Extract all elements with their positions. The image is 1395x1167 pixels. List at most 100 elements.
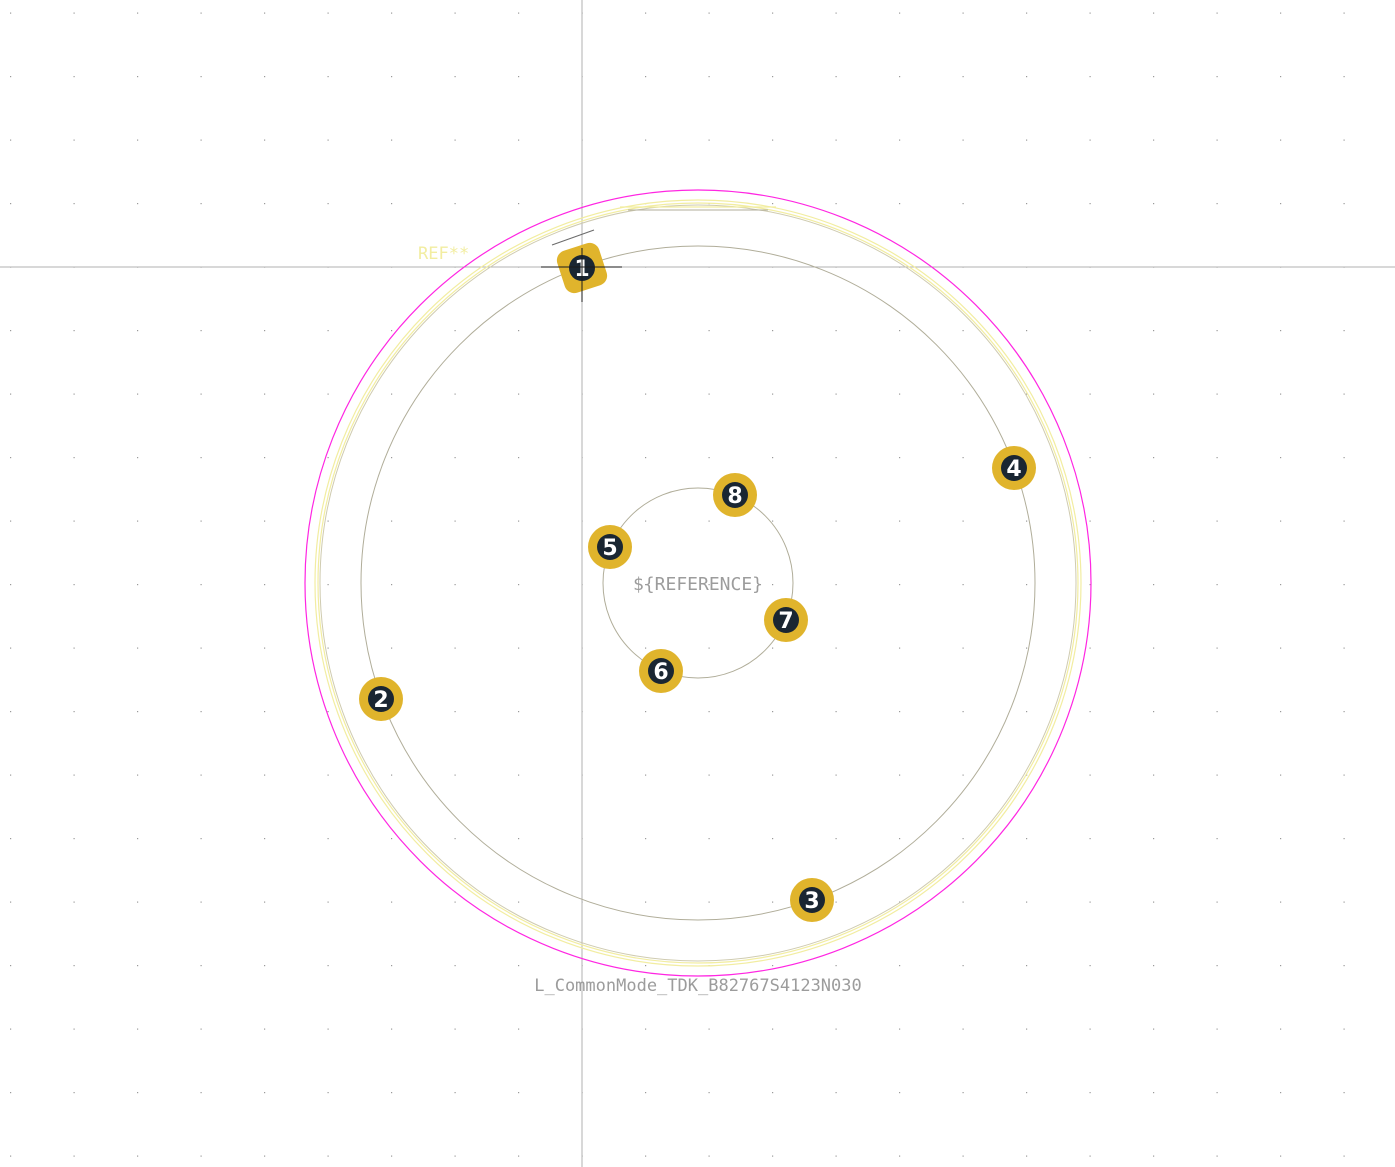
grid-dot bbox=[137, 330, 139, 332]
grid-dot bbox=[772, 1028, 774, 1030]
grid-dot bbox=[962, 330, 964, 332]
grid-dot bbox=[454, 393, 456, 395]
grid-dot bbox=[1026, 330, 1028, 332]
grid-dot bbox=[1216, 1028, 1218, 1030]
grid-dot bbox=[1280, 838, 1282, 840]
grid-dot bbox=[10, 520, 12, 522]
reference-placeholder[interactable]: ${REFERENCE} bbox=[633, 574, 763, 595]
grid-dot bbox=[835, 393, 837, 395]
grid-dot bbox=[454, 330, 456, 332]
value-label[interactable]: L_CommonMode_TDK_B82767S4123N030 bbox=[534, 976, 862, 996]
grid-dot bbox=[10, 774, 12, 776]
grid-dot bbox=[708, 838, 710, 840]
grid-dot bbox=[200, 965, 202, 967]
grid-dot bbox=[899, 1092, 901, 1094]
grid-dot bbox=[264, 393, 266, 395]
ref-label[interactable]: REF** bbox=[418, 244, 469, 264]
grid-dot bbox=[708, 520, 710, 522]
grid-dot bbox=[73, 774, 75, 776]
grid-dot bbox=[1026, 139, 1028, 141]
grid-dot bbox=[645, 76, 647, 78]
grid-dot bbox=[137, 774, 139, 776]
grid-dot bbox=[1089, 457, 1091, 459]
grid-dot bbox=[1343, 965, 1345, 967]
grid-dot bbox=[1343, 1092, 1345, 1094]
grid-dot bbox=[327, 711, 329, 713]
grid-dot bbox=[1280, 76, 1282, 78]
grid-dot bbox=[391, 393, 393, 395]
grid-dot bbox=[327, 520, 329, 522]
grid-dot bbox=[200, 1155, 202, 1157]
grid-dot bbox=[708, 647, 710, 649]
grid-dot bbox=[1216, 520, 1218, 522]
grid-dot bbox=[454, 711, 456, 713]
grid-dot bbox=[1280, 1028, 1282, 1030]
grid-dot bbox=[1216, 901, 1218, 903]
grid-dot bbox=[264, 76, 266, 78]
grid-dot bbox=[962, 457, 964, 459]
pad-2[interactable]: 2 bbox=[359, 677, 403, 721]
grid-dot bbox=[327, 1155, 329, 1157]
grid-dot bbox=[327, 330, 329, 332]
grid-dot bbox=[835, 965, 837, 967]
pad-5[interactable]: 5 bbox=[588, 525, 632, 569]
grid-dot bbox=[645, 457, 647, 459]
grid-dot bbox=[1343, 901, 1345, 903]
grid-dot bbox=[10, 965, 12, 967]
pcb-footprint-canvas[interactable]: REF** ${REFERENCE} L_CommonMode_TDK_B827… bbox=[0, 0, 1395, 1167]
grid-dot bbox=[518, 647, 520, 649]
grid-dot bbox=[200, 774, 202, 776]
grid-dot bbox=[962, 901, 964, 903]
grid-dot bbox=[200, 330, 202, 332]
grid-dot bbox=[1216, 965, 1218, 967]
grid-dot bbox=[73, 647, 75, 649]
grid-dot bbox=[454, 838, 456, 840]
grid-dot bbox=[264, 965, 266, 967]
grid-dot bbox=[391, 647, 393, 649]
grid-dot bbox=[1153, 774, 1155, 776]
grid-dot bbox=[1280, 203, 1282, 205]
grid-dot bbox=[772, 647, 774, 649]
grid-dot bbox=[454, 584, 456, 586]
grid-dot bbox=[1343, 520, 1345, 522]
grid-dot bbox=[1153, 965, 1155, 967]
pad-8[interactable]: 8 bbox=[713, 473, 757, 517]
grid-dot bbox=[1216, 711, 1218, 713]
grid-dot bbox=[835, 838, 837, 840]
grid-dot bbox=[962, 1028, 964, 1030]
grid-dot bbox=[518, 520, 520, 522]
pad-3[interactable]: 3 bbox=[790, 878, 834, 922]
grid-dot bbox=[10, 838, 12, 840]
grid-dot bbox=[899, 76, 901, 78]
grid-dot bbox=[1089, 1092, 1091, 1094]
grid-dot bbox=[264, 139, 266, 141]
pad-7[interactable]: 7 bbox=[764, 598, 808, 642]
grid-dot bbox=[137, 457, 139, 459]
pad-4[interactable]: 4 bbox=[992, 446, 1036, 490]
grid-dot bbox=[1343, 330, 1345, 332]
cursor-crosshair bbox=[541, 248, 622, 302]
grid-dot bbox=[1280, 457, 1282, 459]
grid-dot bbox=[200, 139, 202, 141]
grid-dot bbox=[1343, 203, 1345, 205]
grid-dot bbox=[899, 774, 901, 776]
grid-dot bbox=[454, 647, 456, 649]
pad-6[interactable]: 6 bbox=[639, 649, 683, 693]
grid-dot bbox=[1343, 1028, 1345, 1030]
grid-dot bbox=[772, 901, 774, 903]
grid-dot bbox=[518, 203, 520, 205]
grid-dot bbox=[962, 76, 964, 78]
grid-dot bbox=[1280, 774, 1282, 776]
grid-dot bbox=[391, 76, 393, 78]
grid-dot bbox=[200, 647, 202, 649]
grid-dot bbox=[137, 965, 139, 967]
grid-dot bbox=[137, 1028, 139, 1030]
grid-dot bbox=[1089, 1155, 1091, 1157]
grid-dot bbox=[899, 965, 901, 967]
grid-dot bbox=[391, 901, 393, 903]
grid-dot bbox=[264, 584, 266, 586]
grid-dot bbox=[327, 965, 329, 967]
pad-3-number: 3 bbox=[804, 889, 819, 914]
pad-4-number: 4 bbox=[1006, 457, 1021, 482]
grid-dot bbox=[708, 457, 710, 459]
